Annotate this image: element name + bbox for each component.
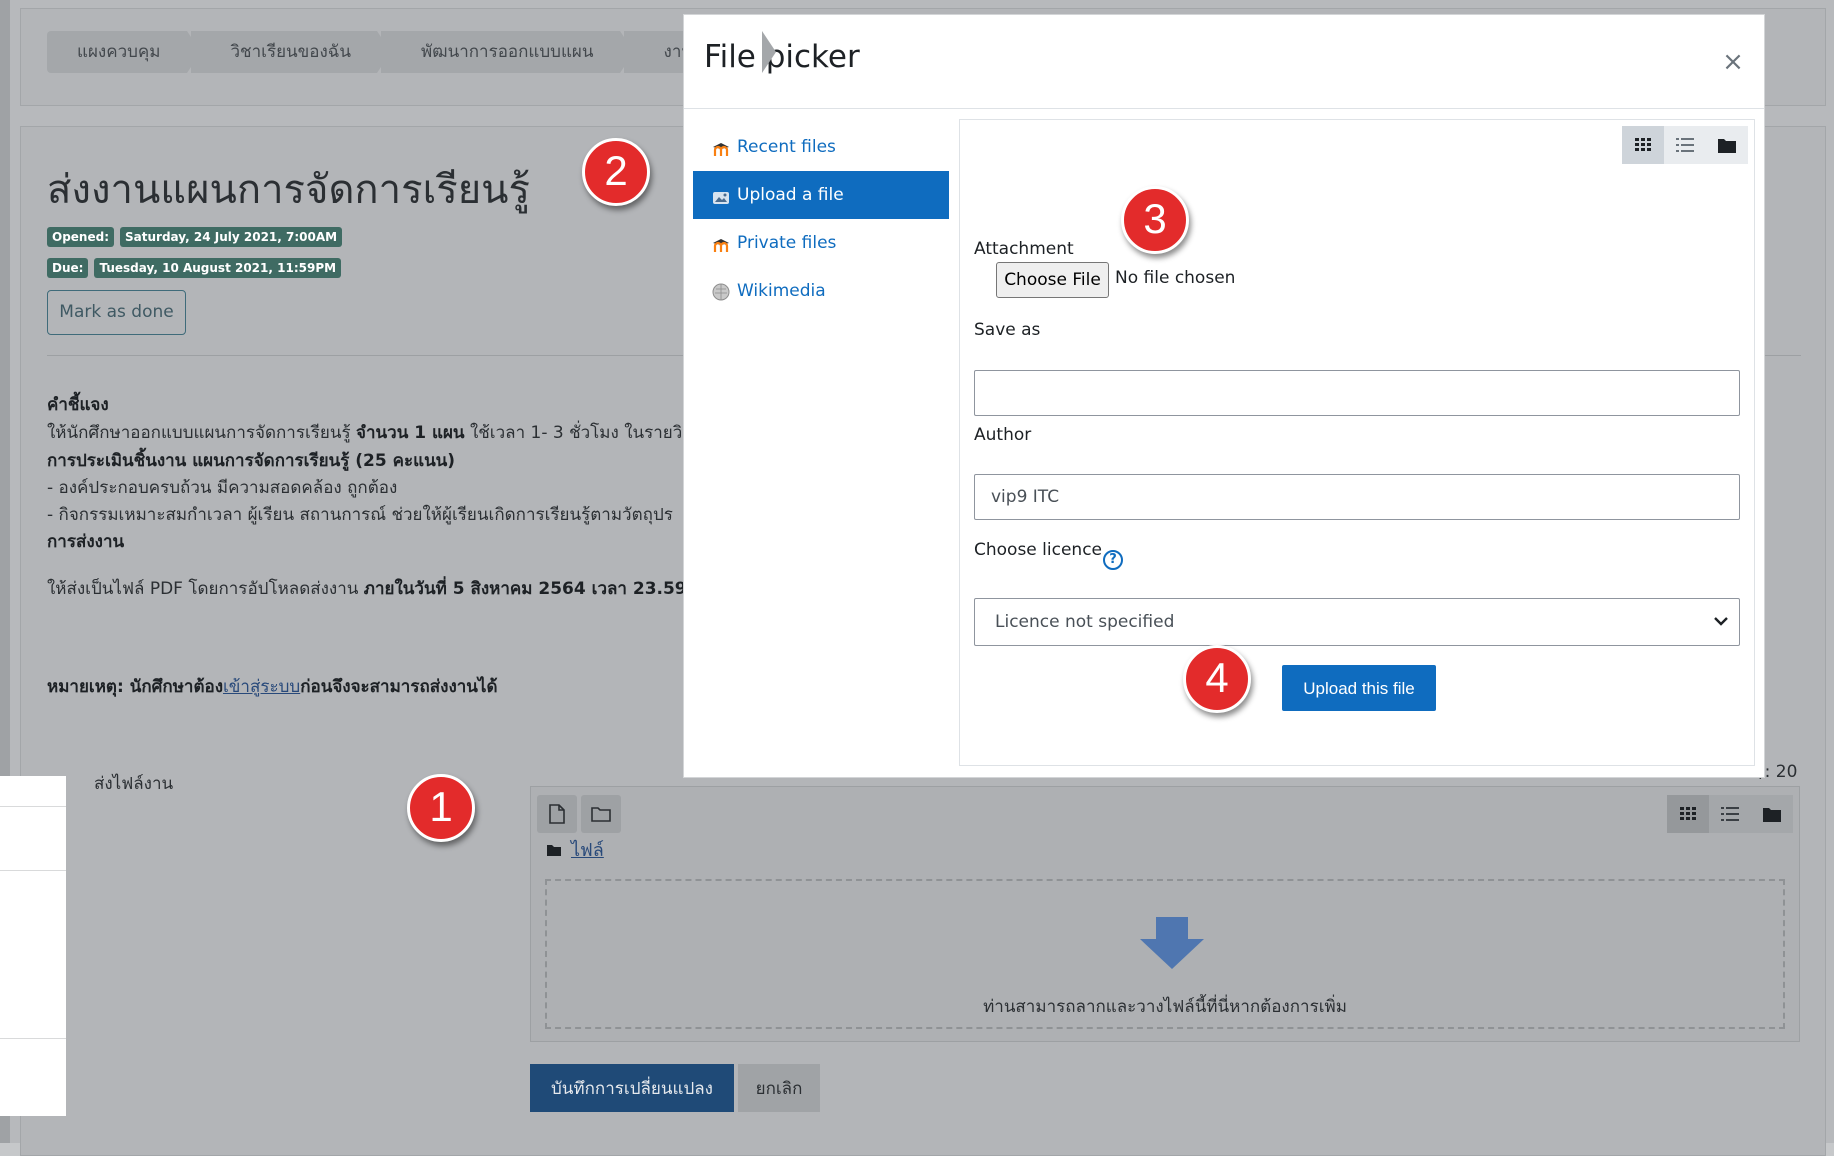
arrow-down-icon <box>1140 917 1204 969</box>
file-manager-view-switch <box>1667 795 1793 833</box>
opened-date: Saturday, 24 July 2021, 7:00AM <box>120 227 343 247</box>
breadcrumb-item-my-courses[interactable]: วิชาเรียนของฉัน <box>190 31 391 73</box>
login-note: หมายเหตุ: นักศึกษาต้องเข้าสู่ระบบก่อนจึง… <box>47 677 498 697</box>
instructions-line: ให้นักศึกษาออกแบบแผนการจัดการเรียนรู้ จำ… <box>47 423 683 443</box>
author-input[interactable]: vip9 ITC <box>974 474 1740 520</box>
wikimedia-icon <box>712 283 730 301</box>
repository-private-files[interactable]: Private files <box>693 219 949 267</box>
breadcrumb-item-course[interactable]: พัฒนาการออกแบบแผน <box>381 31 633 73</box>
folder-link[interactable]: ไฟล์ <box>571 835 604 864</box>
attachment-label: Attachment <box>974 239 1074 259</box>
picker-view-switch <box>1622 126 1748 164</box>
file-manager-toolbar: ไฟล์ <box>531 787 1799 865</box>
step-badge-4: 4 <box>1183 645 1251 713</box>
list-view-button[interactable] <box>1664 126 1706 164</box>
save-as-label: Save as <box>974 320 1041 340</box>
step-badge-1: 1 <box>407 774 475 842</box>
submission-heading: การส่งงาน <box>47 532 125 552</box>
file-icon <box>549 804 565 824</box>
save-changes-button[interactable]: บันทึกการเปลี่ยนแปลง <box>530 1064 734 1112</box>
no-file-chosen-text: No file chosen <box>1115 268 1236 288</box>
folder-icon <box>547 844 561 856</box>
icon-view-button[interactable] <box>1667 795 1709 833</box>
folder-icon <box>1718 138 1736 153</box>
breadcrumb-item-dashboard[interactable]: แผงควบคุม <box>47 31 200 73</box>
cancel-button[interactable]: ยกเลิก <box>738 1064 820 1112</box>
grid-icon <box>1680 807 1696 820</box>
file-manager: ไฟล์ ท่านสามารถลากและวางไฟล์นี้ที่นี่หาก… <box>530 786 1800 1042</box>
upload-this-file-button[interactable]: Upload this file <box>1282 665 1436 711</box>
drop-hint-text: ท่านสามารถลากและวางไฟล์นี้ที่นี่หากต้องก… <box>983 997 1347 1017</box>
list-icon <box>1721 807 1739 821</box>
step-badge-2: 2 <box>582 138 650 206</box>
login-link[interactable]: เข้าสู่ระบบ <box>223 677 300 697</box>
add-file-button[interactable] <box>537 795 577 833</box>
due-date-row: Due: Tuesday, 10 August 2021, 11:59PM <box>47 258 342 278</box>
file-picker-title: File picker <box>704 39 860 75</box>
folder-outline-icon <box>591 807 611 822</box>
list-view-button[interactable] <box>1709 795 1751 833</box>
opened-label: Opened: <box>47 227 114 247</box>
author-label: Author <box>974 425 1032 445</box>
tree-view-button[interactable] <box>1706 126 1748 164</box>
moodle-icon <box>713 239 729 252</box>
evaluation-heading: การประเมินชิ้นงาน แผนการจัดการเรียนรู้ (… <box>47 451 456 471</box>
licence-select[interactable]: Licence not specified <box>974 598 1740 646</box>
page-title: ส่งงานแผนการจัดการเรียนรู้ <box>47 167 531 213</box>
chevron-down-icon <box>1714 617 1728 626</box>
moodle-icon <box>713 143 729 156</box>
submission-instructions: ให้ส่งเป็นไฟล์ PDF โดยการอัปโหลดส่งงาน ภ… <box>47 579 705 599</box>
evaluation-item-1: - องค์ประกอบครบถ้วน มีความสอดคล้อง ถูกต้… <box>47 478 398 498</box>
instructions-heading: คำชี้แจง <box>47 395 109 415</box>
upload-form: Attachment Choose File No file chosen Sa… <box>959 119 1755 766</box>
licence-selected-value: Licence not specified <box>995 612 1175 632</box>
evaluation-item-2: - กิจกรรมเหมาะสมกำเวลา ผู้เรียน สถานการณ… <box>47 505 673 525</box>
breadcrumb: แผงควบคุม วิชาเรียนของฉัน พัฒนาการออกแบบ… <box>47 31 777 73</box>
due-date: Tuesday, 10 August 2021, 11:59PM <box>94 258 342 278</box>
repository-list: Recent files Upload a file Private files… <box>693 123 949 315</box>
licence-label: Choose licence <box>974 540 1102 560</box>
mark-as-done-button[interactable]: Mark as done <box>47 290 186 335</box>
file-picker-header: File picker × <box>684 15 1764 109</box>
folder-icon <box>1763 807 1781 822</box>
repository-wikimedia[interactable]: Wikimedia <box>693 267 949 315</box>
tree-view-button[interactable] <box>1751 795 1793 833</box>
save-as-input[interactable] <box>974 370 1740 416</box>
icon-view-button[interactable] <box>1622 126 1664 164</box>
side-panel-fragment <box>0 776 66 1116</box>
create-folder-button[interactable] <box>581 795 621 833</box>
help-icon[interactable]: ? <box>1103 550 1123 570</box>
repository-recent-files[interactable]: Recent files <box>693 123 949 171</box>
close-icon[interactable]: × <box>1720 47 1746 77</box>
grid-icon <box>1635 138 1651 151</box>
step-badge-3: 3 <box>1121 186 1189 254</box>
upload-icon <box>713 192 729 204</box>
file-drop-zone[interactable]: ท่านสามารถลากและวางไฟล์นี้ที่นี่หากต้องก… <box>545 879 1785 1029</box>
file-submission-label: ส่งไฟล์งาน <box>94 774 174 794</box>
choose-file-button[interactable]: Choose File <box>996 262 1109 298</box>
due-label: Due: <box>47 258 89 278</box>
list-icon <box>1676 138 1694 152</box>
repository-upload-file[interactable]: Upload a file <box>693 171 949 219</box>
file-manager-path: ไฟล์ <box>547 835 604 864</box>
opened-date-row: Opened: Saturday, 24 July 2021, 7:00AM <box>47 227 343 247</box>
